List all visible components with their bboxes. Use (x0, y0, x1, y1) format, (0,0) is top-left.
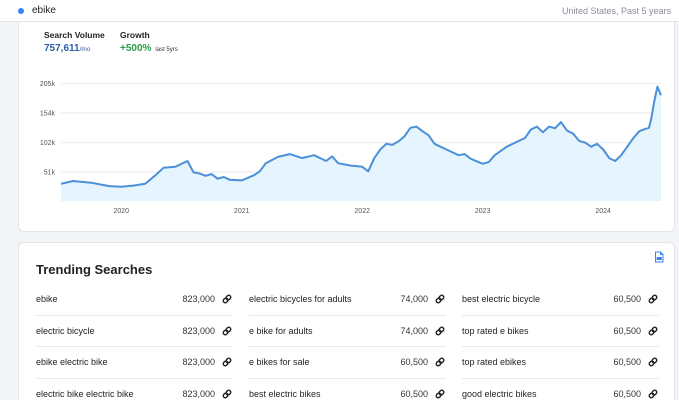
trending-search-term[interactable]: electric bicycles for adults (249, 294, 400, 304)
link-icon[interactable] (221, 356, 233, 368)
trending-search-item[interactable]: electric bike electric bike 823,000 (36, 379, 233, 400)
trending-search-term[interactable]: e bike for adults (249, 326, 400, 336)
y-tick-label: 205k (40, 81, 56, 88)
location-timeframe[interactable]: United States, Past 5 years (562, 6, 671, 16)
chart-area-fill (61, 86, 661, 201)
x-tick-label: 2021 (234, 208, 250, 215)
trending-search-item[interactable]: ebike 823,000 (36, 284, 233, 316)
trending-search-volume: 60,500 (613, 388, 641, 399)
x-tick-label: 2020 (113, 208, 129, 215)
trending-search-term[interactable]: e bikes for sale (249, 357, 400, 367)
keyword-label[interactable]: ebike (32, 5, 56, 16)
y-tick-label: 154k (40, 110, 56, 117)
link-icon[interactable] (434, 325, 446, 337)
trending-search-term[interactable]: best electric bikes (249, 389, 400, 399)
x-tick-label: 2022 (354, 208, 370, 215)
y-tick-label: 51k (44, 169, 56, 176)
trending-searches-grid: ebike 823,000 electric bicycles for adults… (36, 284, 670, 400)
link-icon[interactable] (434, 356, 446, 368)
trending-search-item[interactable]: electric bicycle 823,000 (36, 316, 233, 347)
keyword-overview-card: Search Volume 757,611/mo Growth +500% las… (18, 22, 675, 232)
trending-search-item[interactable]: top rated e bikes 60,500 (462, 316, 659, 347)
link-icon[interactable] (434, 388, 446, 400)
trending-search-term[interactable]: electric bicycle (36, 326, 182, 336)
trending-search-volume: 60,500 (400, 388, 428, 399)
search-volume-chart[interactable]: 51k 102k 154k 205k 2020 2021 2022 2023 2024 (19, 22, 676, 232)
export-icon[interactable] (653, 250, 665, 263)
trending-search-item[interactable]: good electric bikes 60,500 (462, 379, 659, 400)
trending-search-term[interactable]: good electric bikes (462, 389, 613, 399)
link-icon[interactable] (647, 356, 659, 368)
trending-search-term[interactable]: best electric bicycle (462, 294, 613, 304)
x-tick-label: 2024 (595, 208, 611, 215)
trending-search-volume: 823,000 (182, 388, 215, 399)
trending-search-term[interactable]: ebike (36, 294, 182, 304)
y-tick-label: 102k (40, 140, 56, 147)
link-icon[interactable] (221, 388, 233, 400)
trending-search-volume: 60,500 (613, 357, 641, 368)
trending-search-volume: 60,500 (613, 294, 641, 305)
x-tick-label: 2023 (475, 208, 491, 215)
link-icon[interactable] (434, 293, 446, 305)
series-area (61, 86, 661, 201)
trending-search-item[interactable]: ebike electric bike 823,000 (36, 347, 233, 379)
link-icon[interactable] (221, 293, 233, 305)
chart-y-axis: 51k 102k 154k 205k (40, 81, 56, 176)
trending-search-volume: 823,000 (182, 294, 215, 305)
top-bar: ebike United States, Past 5 years (0, 0, 679, 22)
trending-searches-card: Trending Searches ebike 823,000 electric b… (18, 242, 675, 400)
trending-search-item[interactable]: electric bicycles for adults 74,000 (249, 284, 446, 316)
trending-search-volume: 823,000 (182, 325, 215, 336)
trending-search-volume: 74,000 (400, 294, 428, 305)
trending-search-term[interactable]: top rated e bikes (462, 326, 613, 336)
trending-search-term[interactable]: electric bike electric bike (36, 389, 182, 399)
link-icon[interactable] (647, 388, 659, 400)
trending-search-volume: 74,000 (400, 325, 428, 336)
trending-searches-title: Trending Searches (36, 262, 153, 277)
trending-search-term[interactable]: ebike electric bike (36, 357, 182, 367)
trending-search-item[interactable]: best electric bicycle 60,500 (462, 284, 659, 316)
link-icon[interactable] (647, 293, 659, 305)
trending-search-item[interactable]: e bikes for sale 60,500 (249, 347, 446, 379)
trending-search-term[interactable]: top rated ebikes (462, 357, 613, 367)
keyword-dot-icon (18, 7, 24, 14)
trending-search-item[interactable]: best electric bikes 60,500 (249, 379, 446, 400)
trending-search-item[interactable]: e bike for adults 74,000 (249, 316, 446, 347)
trending-search-item[interactable]: top rated ebikes 60,500 (462, 347, 659, 379)
link-icon[interactable] (647, 325, 659, 337)
trending-search-volume: 60,500 (400, 357, 428, 368)
chart-x-axis: 2020 2021 2022 2023 2024 (113, 208, 611, 215)
trending-search-volume: 823,000 (182, 357, 215, 368)
link-icon[interactable] (221, 325, 233, 337)
trending-search-volume: 60,500 (613, 325, 641, 336)
